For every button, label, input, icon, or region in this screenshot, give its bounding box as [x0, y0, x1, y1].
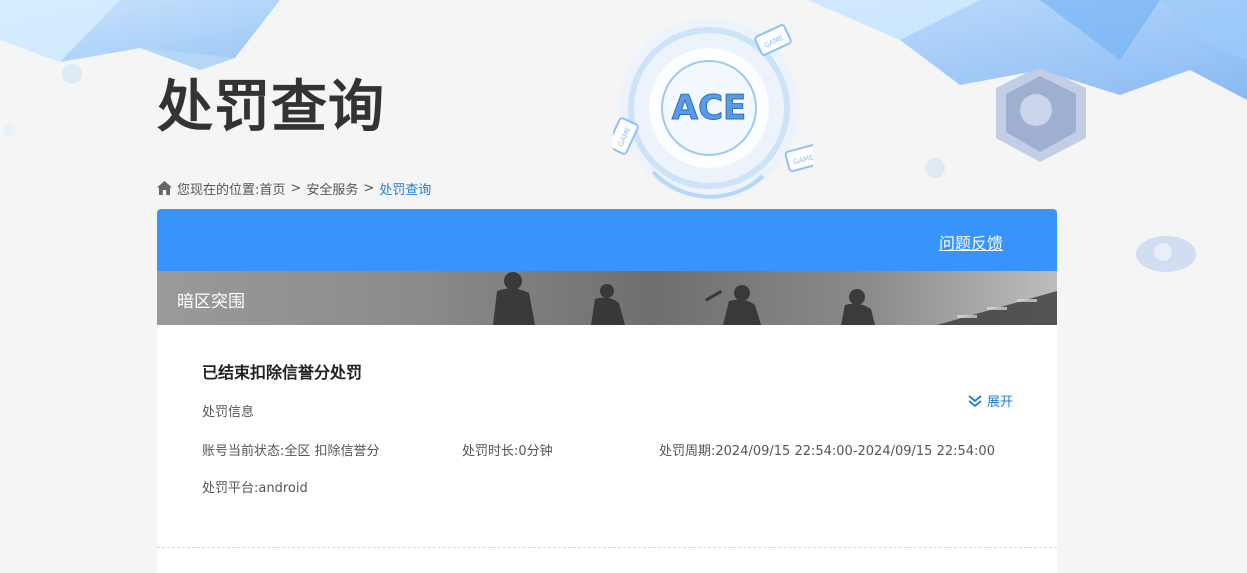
game-banner: 暗区突围 [157, 271, 1057, 325]
account-status: 账号当前状态:全区 扣除信誉分 [202, 444, 380, 459]
breadcrumb-prefix: 您现在的位置: [177, 182, 260, 198]
breadcrumb-separator: > [290, 180, 302, 196]
feedback-link[interactable]: 问题反馈 [939, 230, 1003, 254]
expand-label: 展开 [986, 395, 1013, 410]
section-label: 处罚信息 [202, 405, 255, 420]
breadcrumb-separator: > [363, 180, 375, 196]
breadcrumb-security-service[interactable]: 安全服务 [306, 179, 358, 198]
penalty-record: 已结束扣除信誉分处罚 处罚信息 账号当前状态:全区 扣除信誉分 处罚时长:0分钟… [157, 362, 1057, 498]
breadcrumb-current: 处罚查询 [379, 182, 432, 198]
home-icon [157, 181, 172, 195]
game-name: 暗区突围 [177, 292, 245, 312]
penalty-panel: 问题反馈 暗区突围 已结束扣除信誉分处罚 处罚信息 账号当前状态:全区 扣除信誉… [157, 209, 1057, 573]
record-divider [157, 547, 1057, 548]
page-title: 处罚查询 [157, 75, 385, 140]
penalty-period: 处罚周期:2024/09/15 22:54:00-2024/09/15 22:5… [659, 444, 995, 459]
record-title: 已结束扣除信誉分处罚 [202, 363, 363, 382]
ace-emblem: GAME GAME GAME ACE [607, 12, 822, 200]
double-chevron-down-icon [968, 394, 982, 407]
penalty-platform: 处罚平台:android [202, 481, 308, 496]
ace-logo-text: ACE [672, 88, 747, 128]
breadcrumb-home[interactable]: 首页 [259, 179, 285, 198]
expand-button[interactable]: 展开 [968, 391, 1013, 410]
info-row: 账号当前状态:全区 扣除信誉分 处罚时长:0分钟 处罚周期:2024/09/15… [202, 443, 1012, 461]
breadcrumb: 您现在的位置: 首页 > 安全服务 > 处罚查询 [157, 178, 431, 198]
panel-header: 问题反馈 [157, 209, 1057, 271]
penalty-duration: 处罚时长:0分钟 [462, 444, 553, 459]
